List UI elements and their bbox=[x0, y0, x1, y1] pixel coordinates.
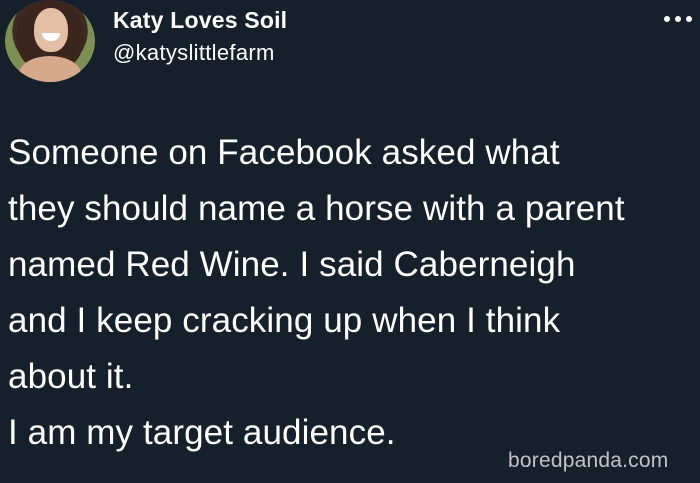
dot-icon bbox=[686, 16, 692, 22]
tweet-text-line: about it. bbox=[8, 357, 134, 396]
dot-icon bbox=[675, 16, 681, 22]
tweet-text-line: they should name a horse with a parent bbox=[8, 189, 625, 228]
more-options-icon[interactable] bbox=[664, 12, 698, 26]
tweet-card: Katy Loves Soil @katyslittlefarm Someone… bbox=[0, 0, 700, 483]
avatar-face bbox=[34, 8, 68, 52]
tweet-text-line: named Red Wine. I said Caberneigh bbox=[8, 245, 576, 284]
tweet-text-line: Someone on Facebook asked what bbox=[8, 133, 560, 172]
dot-icon bbox=[664, 16, 670, 22]
tweet-text: Someone on Facebook asked what they shou… bbox=[8, 125, 698, 461]
tweet-text-line: and I keep cracking up when I think bbox=[8, 301, 561, 340]
author-name[interactable]: Katy Loves Soil bbox=[113, 7, 287, 34]
profile-avatar[interactable] bbox=[5, 0, 95, 82]
watermark-text: boredpanda.com bbox=[508, 449, 669, 472]
author-handle[interactable]: @katyslittlefarm bbox=[113, 40, 275, 66]
